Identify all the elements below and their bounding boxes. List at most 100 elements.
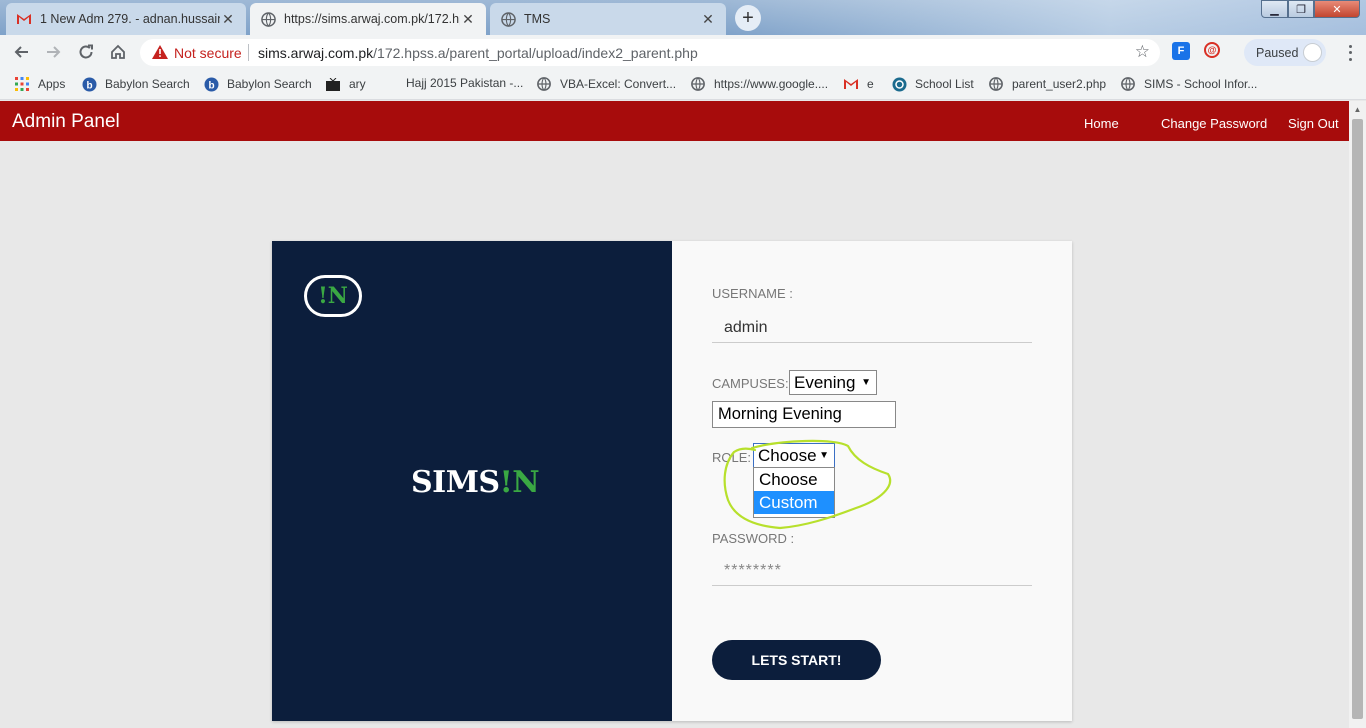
bookmark-item[interactable]: School List [891, 76, 974, 92]
babylon-icon: b [81, 76, 97, 92]
extension-fi-icon[interactable]: F [1172, 42, 1190, 60]
campus-textbox[interactable]: Morning Evening [712, 401, 896, 428]
gmail-icon [16, 11, 32, 27]
campus-selected: Evening [794, 372, 856, 392]
tab-tms[interactable]: TMS ✕ [490, 3, 726, 35]
globe-icon [500, 11, 516, 27]
logo-bang: ! [318, 283, 328, 309]
refresh-globe-icon [891, 76, 907, 92]
bookmark-label: Apps [38, 77, 66, 91]
globe-icon [1120, 76, 1136, 92]
profile-button[interactable]: Paused [1244, 39, 1326, 66]
logo-letter: N [327, 283, 348, 309]
avatar-icon [1303, 43, 1322, 62]
bookmark-label: Babylon Search [227, 77, 312, 91]
url-host: sims.arwaj.com.pk [258, 45, 374, 61]
sims-logo: SIMS! N [411, 465, 540, 500]
bookmark-item[interactable]: ary [325, 76, 366, 92]
svg-text:b: b [86, 80, 92, 91]
bookmark-label: Hajj 2015 Pakistan -... [406, 76, 524, 90]
reload-icon[interactable] [75, 41, 97, 63]
url-text[interactable]: sims.arwaj.com.pk/172.hpss.a/parent_port… [258, 45, 698, 61]
logo-badge: ! N [304, 275, 362, 317]
bookmark-item[interactable]: parent_user2.php [988, 76, 1106, 92]
globe-icon [536, 76, 552, 92]
window-controls: ▁ ❐ ✕ [1261, 0, 1360, 18]
url-path: /172.hpss.a/parent_portal/upload/index2_… [373, 45, 698, 61]
password-input[interactable]: ******** [712, 556, 1032, 586]
brand-panel: ! N SIMS! N [272, 241, 672, 721]
nav-home[interactable]: Home [1084, 116, 1119, 131]
page-title[interactable]: Admin Panel [12, 111, 120, 133]
globe-icon [260, 11, 276, 27]
close-window-icon[interactable]: ✕ [1314, 0, 1360, 18]
bookmark-star-icon[interactable]: ☆ [1135, 42, 1150, 62]
globe-icon [690, 76, 706, 92]
bookmark-item[interactable]: SIMS - School Infor... [1120, 76, 1257, 92]
bookmark-apps[interactable]: Apps [14, 76, 65, 92]
logo-bang: ! [499, 465, 513, 500]
bookmark-label: School List [915, 77, 974, 91]
tab-title: 1 New Adm 279. - adnan.hussain [40, 12, 220, 26]
bookmark-label: VBA-Excel: Convert... [560, 77, 677, 91]
bookmark-item[interactable]: b Babylon Search [81, 76, 190, 92]
menu-icon[interactable] [1342, 43, 1358, 63]
campus-select[interactable]: Evening ▼ [789, 370, 877, 395]
forward-arrow-icon[interactable] [43, 41, 65, 63]
scrollbar-thumb[interactable] [1352, 119, 1363, 719]
bookmark-label: e [867, 77, 874, 91]
nav-change-password[interactable]: Change Password [1161, 116, 1267, 131]
username-input[interactable]: admin [712, 313, 1032, 343]
tv-icon [325, 76, 341, 92]
bookmark-label: parent_user2.php [1012, 77, 1107, 91]
bookmark-item[interactable]: e [843, 76, 874, 92]
admin-header: Admin Panel Home Change Password Sign Ou… [0, 101, 1349, 141]
logo-letter: N [512, 465, 540, 500]
divider [248, 44, 249, 61]
profile-status: Paused [1256, 45, 1299, 60]
back-arrow-icon[interactable] [10, 41, 32, 63]
svg-text:b: b [208, 80, 214, 91]
tab-title: TMS [524, 12, 551, 26]
bookmarks-bar: Apps b Babylon Search b Babylon Search a… [0, 70, 1366, 100]
bookmark-label: https://www.google.... [714, 77, 829, 91]
tab-title: https://sims.arwaj.com.pk/172.hp [284, 12, 460, 26]
globe-icon [988, 76, 1004, 92]
apps-grid-icon [14, 76, 30, 92]
warning-icon [152, 45, 168, 59]
tab-sims[interactable]: https://sims.arwaj.com.pk/172.hp ✕ [250, 3, 486, 35]
security-label[interactable]: Not secure [174, 45, 242, 61]
campuses-label: CAMPUSES: [712, 376, 789, 391]
new-tab-button[interactable]: + [735, 5, 761, 31]
extension-at-icon[interactable]: @ [1204, 42, 1220, 58]
login-card: ! N SIMS! N USERNAME : admin CAMPUSES: Eve… [272, 241, 1072, 721]
bookmark-label: Babylon Search [105, 77, 190, 91]
password-label: PASSWORD : [712, 531, 795, 546]
mail-icon [843, 76, 859, 92]
close-tab-icon[interactable]: ✕ [220, 11, 236, 28]
lets-start-button[interactable]: LETS START! [712, 640, 881, 680]
bookmark-item[interactable]: VBA-Excel: Convert... [536, 76, 676, 92]
close-tab-icon[interactable]: ✕ [700, 11, 716, 28]
close-tab-icon[interactable]: ✕ [460, 11, 476, 28]
bookmark-label: SIMS - School Infor... [1144, 77, 1258, 91]
bookmark-item[interactable]: https://www.google.... [690, 76, 828, 92]
bookmark-item[interactable]: Hajj 2015 Pakistan -... [406, 76, 523, 90]
username-label: USERNAME : [712, 286, 793, 301]
maximize-icon[interactable]: ❐ [1288, 0, 1314, 18]
logo-prefix: SIMS [411, 465, 500, 500]
page-viewport: Admin Panel Home Change Password Sign Ou… [0, 101, 1349, 728]
home-icon[interactable] [107, 41, 129, 63]
dropdown-arrow-icon: ▼ [861, 377, 871, 388]
highlight-annotation [723, 439, 892, 530]
minimize-icon[interactable]: ▁ [1261, 0, 1288, 18]
bookmark-item[interactable]: b Babylon Search [203, 76, 312, 92]
vertical-scrollbar[interactable]: ▲ [1349, 101, 1366, 728]
browser-toolbar: Not secure sims.arwaj.com.pk/172.hpss.a/… [0, 35, 1366, 70]
nav-sign-out[interactable]: Sign Out [1288, 116, 1339, 131]
scroll-up-icon[interactable]: ▲ [1349, 101, 1366, 118]
bookmark-label: ary [349, 77, 366, 91]
address-bar[interactable]: Not secure sims.arwaj.com.pk/172.hpss.a/… [140, 39, 1160, 66]
tab-gmail[interactable]: 1 New Adm 279. - adnan.hussain ✕ [6, 3, 246, 35]
tab-strip: 1 New Adm 279. - adnan.hussain ✕ https:/… [0, 0, 1366, 35]
